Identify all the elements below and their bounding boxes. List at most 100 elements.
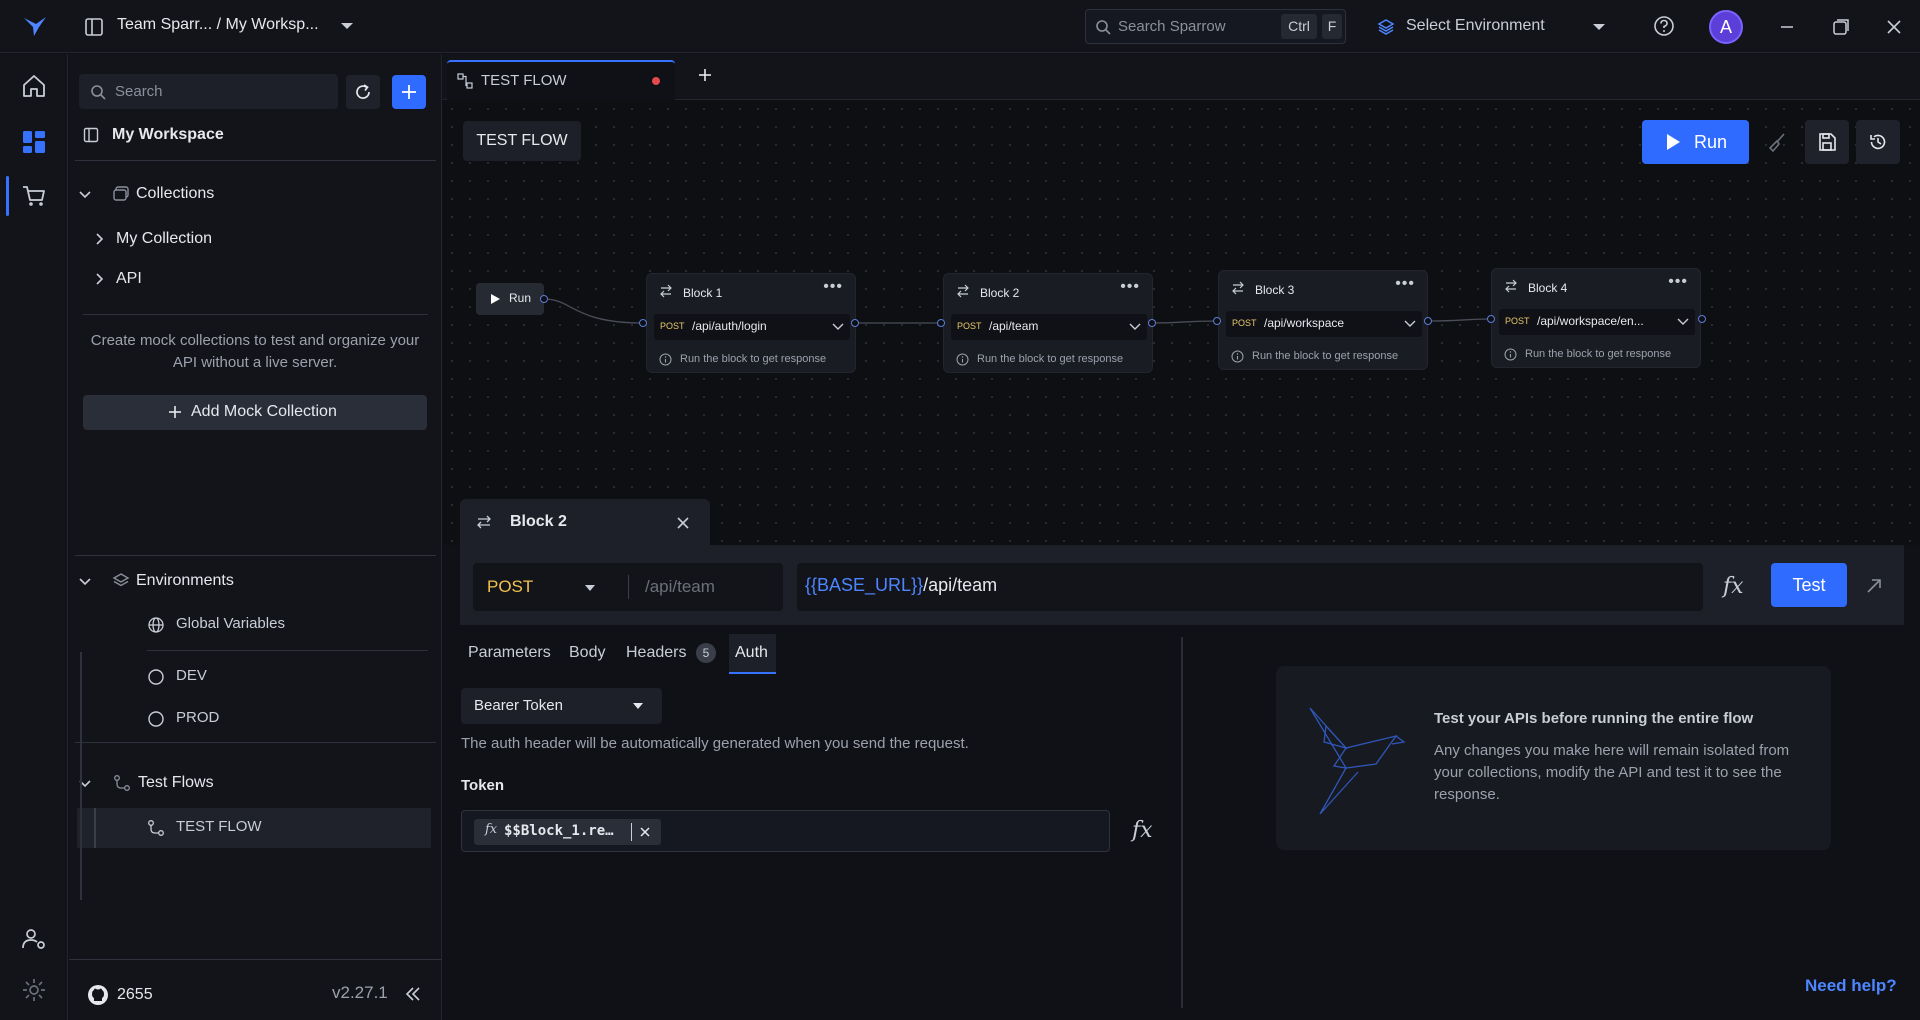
workspace-icon [84, 17, 104, 37]
input-port[interactable] [1487, 315, 1495, 323]
close-icon[interactable] [676, 516, 690, 530]
collections-folder-icon [112, 185, 130, 203]
info-card-title: Test your APIs before running the entire… [1434, 710, 1754, 727]
sparrow-bird-illustration-icon [1306, 706, 1406, 816]
close-window-icon[interactable] [1885, 18, 1903, 36]
github-link[interactable]: 2655 [87, 982, 167, 1008]
block-detail-tab: Block 2 [460, 499, 710, 545]
global-variables-label: Global Variables [176, 615, 285, 632]
global-search[interactable]: Search Sparrow Ctrl F [1085, 9, 1346, 44]
flow-block[interactable]: Block 2 ••• POST /api/team Run the block… [943, 273, 1153, 373]
flow-block[interactable]: Block 1 ••• POST /api/auth/login Run the… [646, 273, 856, 373]
block-request-select[interactable]: POST /api/auth/login [654, 314, 850, 340]
tab-auth[interactable]: Auth [729, 634, 776, 674]
chevron-down-icon [1591, 21, 1607, 33]
settings-gear-icon[interactable] [20, 976, 48, 1004]
environment-select[interactable]: Select Environment [1373, 9, 1613, 44]
block-hint: Run the block to get response [1525, 348, 1672, 360]
home-icon[interactable] [20, 72, 48, 100]
layers-icon [1377, 18, 1395, 36]
token-input[interactable]: fx $$Block_1.re… [461, 810, 1110, 852]
test-flow-item-label: TEST FLOW [176, 818, 262, 835]
add-mock-collection-button[interactable]: Add Mock Collection [83, 395, 427, 430]
tab-test-flow[interactable]: TEST FLOW [447, 60, 675, 100]
workspace-breadcrumb[interactable]: Team Sparr... / My Worksp... [117, 16, 319, 34]
more-options-icon[interactable]: ••• [1120, 278, 1140, 296]
test-flows-section-header[interactable]: Test Flows [77, 768, 427, 798]
environment-item-label: PROD [176, 709, 220, 726]
more-options-icon[interactable]: ••• [1668, 273, 1688, 291]
flow-icon [147, 819, 165, 837]
function-fx-icon[interactable]: fx [1132, 818, 1153, 843]
block-method: POST [957, 321, 982, 331]
tab-headers[interactable]: Headers [626, 644, 686, 662]
chevron-down-icon [77, 573, 93, 589]
collapse-sidebar-icon[interactable] [404, 985, 422, 1003]
block-request-select[interactable]: POST /api/workspace/en... [1499, 309, 1695, 335]
block-title: Block 1 [683, 286, 723, 300]
method-select[interactable]: POST /api/team [473, 563, 783, 611]
environment-item-prod[interactable]: PROD [147, 703, 427, 733]
marketplace-cart-icon[interactable] [20, 182, 48, 210]
divider [75, 555, 436, 556]
help-icon[interactable] [1653, 15, 1675, 37]
collections-icon[interactable] [20, 128, 48, 156]
tab-body[interactable]: Body [569, 644, 605, 662]
collection-item[interactable]: API [91, 264, 421, 294]
flow-block[interactable]: Block 4 ••• POST /api/workspace/en... Ru… [1491, 268, 1701, 368]
tab-parameters[interactable]: Parameters [468, 644, 551, 662]
output-port[interactable] [540, 295, 548, 303]
output-port[interactable] [851, 319, 859, 327]
environment-item-dev[interactable]: DEV [147, 661, 427, 691]
input-port[interactable] [937, 319, 945, 327]
search-icon [1095, 19, 1111, 35]
output-port[interactable] [1424, 317, 1432, 325]
open-external-arrow-icon[interactable] [1865, 577, 1883, 595]
environment-item-label: DEV [176, 667, 207, 684]
remove-chip-close-icon[interactable] [639, 826, 651, 838]
minimize-icon[interactable] [1779, 19, 1795, 35]
token-variable-chip: fx $$Block_1.re… [474, 819, 661, 845]
flow-block[interactable]: Block 3 ••• POST /api/workspace Run the … [1218, 270, 1428, 370]
tab-label: TEST FLOW [481, 72, 567, 89]
tab-auth-label: Auth [735, 644, 768, 661]
need-help-link[interactable]: Need help? [1805, 976, 1897, 996]
sidebar: Search My Workspace Collections My Colle… [69, 54, 442, 1020]
collections-section-header[interactable]: Collections [77, 179, 427, 209]
block-request-select[interactable]: POST /api/workspace [1226, 311, 1422, 337]
add-button[interactable] [392, 75, 426, 109]
new-tab-plus-icon[interactable] [698, 68, 712, 82]
workspace-title[interactable]: My Workspace [112, 126, 224, 144]
search-placeholder: Search Sparrow [1118, 18, 1226, 35]
flow-start-node[interactable]: Run [476, 283, 544, 315]
test-flow-item[interactable]: TEST FLOW [77, 808, 431, 848]
team-settings-icon[interactable] [20, 925, 48, 953]
avatar[interactable]: A [1709, 10, 1743, 44]
unsaved-dot [652, 77, 660, 85]
input-port[interactable] [639, 319, 647, 327]
global-variables-item[interactable]: Global Variables [147, 609, 427, 639]
input-port[interactable] [1213, 317, 1221, 325]
workspace-dropdown-icon[interactable] [339, 20, 355, 32]
sidebar-search-placeholder: Search [115, 83, 163, 100]
maximize-icon[interactable] [1832, 18, 1850, 36]
radio-icon [147, 710, 165, 728]
block-hint: Run the block to get response [977, 353, 1124, 365]
refresh-button[interactable] [346, 75, 380, 109]
output-port[interactable] [1148, 319, 1156, 327]
block-request-select[interactable]: POST /api/team [951, 314, 1147, 340]
environments-section-header[interactable]: Environments [77, 566, 427, 596]
auth-type-select[interactable]: Bearer Token [461, 688, 662, 724]
function-fx-icon[interactable]: fx [1723, 574, 1744, 599]
test-info-card: Test your APIs before running the entire… [1276, 666, 1831, 850]
block-method: POST [660, 321, 685, 331]
url-input[interactable]: {{BASE_URL}}/api/team [797, 563, 1703, 611]
collection-item[interactable]: My Collection [91, 224, 421, 254]
more-options-icon[interactable]: ••• [823, 278, 843, 296]
test-button[interactable]: Test [1771, 563, 1847, 607]
block-hint: Run the block to get response [1252, 350, 1399, 362]
more-options-icon[interactable]: ••• [1395, 275, 1415, 293]
output-port[interactable] [1698, 315, 1706, 323]
sidebar-search-input[interactable]: Search [79, 74, 338, 109]
method-value: POST [487, 577, 534, 596]
